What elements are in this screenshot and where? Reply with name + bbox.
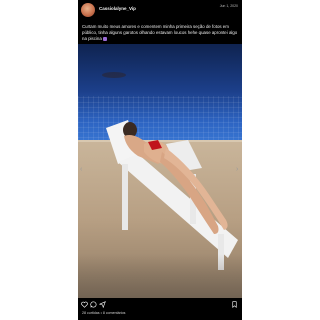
post-photo[interactable]: [78, 44, 242, 298]
comment-icon[interactable]: [90, 301, 97, 308]
chevron-left-icon[interactable]: ‹: [80, 166, 82, 173]
photo-blur: [78, 254, 242, 298]
emoji-icon: [102, 36, 107, 41]
share-icon[interactable]: [99, 301, 106, 308]
chevron-right-icon[interactable]: ›: [236, 166, 238, 173]
action-bar: [78, 300, 242, 310]
avatar[interactable]: [81, 3, 95, 17]
bookmark-icon[interactable]: [231, 301, 238, 308]
post-date: Jun 1, 2020: [219, 4, 238, 8]
lounger-leg: [122, 164, 128, 230]
post-card: Cassiolalyne_Vip Jun 1, 2020 Curtam muit…: [78, 0, 242, 320]
post-stats: 28 curtidas • 8 comentários: [82, 311, 126, 315]
heart-icon[interactable]: [81, 301, 88, 308]
post-caption: Curtam muito meus amores e comentem minh…: [82, 24, 238, 42]
username[interactable]: Cassiolalyne_Vip: [99, 6, 136, 11]
post-header: Cassiolalyne_Vip Jun 1, 2020: [78, 0, 242, 22]
